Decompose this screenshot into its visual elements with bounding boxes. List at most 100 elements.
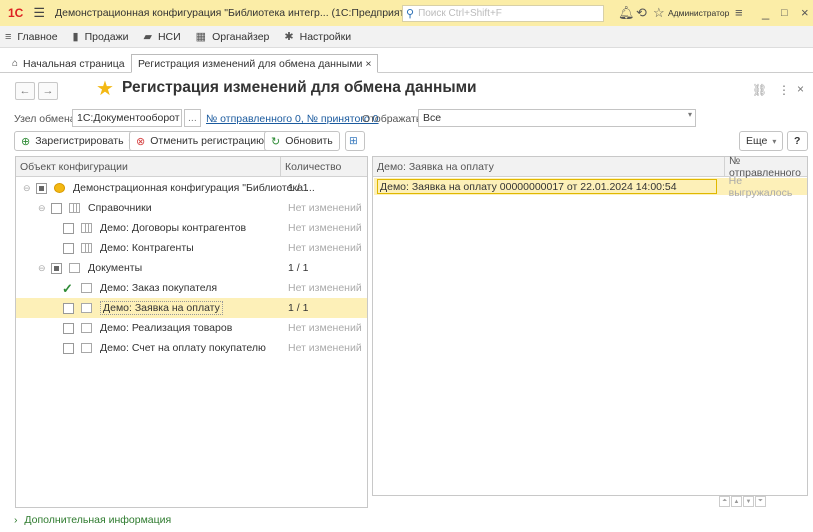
table-row[interactable]: Демо: Заявка на оплату 00000000017 от 22… (374, 175, 807, 199)
tree-row-selected[interactable]: Демо: Заявка на оплату 1 / 1 (16, 298, 367, 318)
home-icon: ⌂ (12, 58, 19, 69)
exchange-node-value: 1С:Документооборот (77, 112, 180, 124)
refresh-button[interactable]: ↻ Обновить (264, 131, 340, 151)
menu-item-nsi[interactable]: ▰ НСИ (143, 30, 180, 44)
form-close-icon[interactable]: × (797, 82, 804, 96)
register-button[interactable]: ⊕ Зарегистрировать ▾ (14, 131, 140, 151)
exchange-node-field[interactable]: 1С:Документооборот (72, 109, 182, 127)
toggle-label: Дополнительная информация (24, 514, 172, 526)
forward-button[interactable]: → (38, 82, 58, 100)
main-menu-icon[interactable]: ☰ (33, 5, 45, 21)
config-objects-tree[interactable]: Объект конфигурации Количество ⊖ Демонст… (15, 156, 368, 508)
favorite-star-icon[interactable]: ★ (96, 76, 114, 101)
more-options-icon[interactable]: ⋮ (778, 83, 790, 97)
menu-item-sales[interactable]: ▮ Продажи (73, 30, 129, 44)
back-button[interactable]: ← (15, 82, 35, 100)
button-label: Обновить (285, 135, 333, 147)
display-filter-value: Все (423, 112, 442, 124)
cancel-registration-button[interactable]: ⊗ Отменить регистрацию ▾ (129, 131, 280, 151)
catalog-icon (81, 243, 92, 253)
checkbox[interactable] (36, 182, 47, 194)
tab-home-page[interactable]: ⌂ Начальная страница (6, 54, 131, 73)
checkbox-checked[interactable]: ✓ (62, 282, 74, 295)
tab-exchange-registration[interactable]: Регистрация изменений для обмена данными… (131, 54, 379, 73)
row-label: Демо: Заявка на оплату (100, 301, 223, 315)
registered-objects-table[interactable]: Демо: Заявка на оплату № отправленного Д… (372, 155, 808, 496)
minimize-icon[interactable]: _ (762, 5, 769, 20)
message-numbers-link[interactable]: № отправленного 0, № принятого 0 (206, 113, 379, 125)
scroll-down-icon[interactable]: ▼ (743, 496, 754, 507)
history-icon[interactable]: ⟲ (636, 5, 647, 21)
checkbox[interactable] (63, 322, 74, 334)
additional-info-toggle[interactable]: › Дополнительная информация (14, 514, 171, 526)
scroll-last-icon[interactable]: ⏷ (755, 496, 766, 507)
calendar-icon: ▦ (195, 31, 207, 43)
exchange-node-select-button[interactable]: ... (184, 109, 201, 127)
menu-item-main[interactable]: ≡ Главное (5, 31, 58, 43)
checkbox[interactable] (63, 302, 74, 314)
collapse-icon[interactable]: ⊖ (38, 263, 48, 274)
tree-row[interactable]: ⊖ Демонстрационная конфигурация "Библиот… (16, 178, 367, 198)
close-icon[interactable]: × (801, 5, 809, 20)
global-search-input[interactable]: ⚲ Поиск Ctrl+Shift+F (402, 5, 604, 22)
configuration-icon (54, 183, 65, 193)
row-label: Демо: Реализация товаров (100, 322, 233, 334)
row-label: Демо: Заказ покупателя (100, 282, 218, 294)
row-label: Демо: Контрагенты (100, 242, 194, 254)
page-title: Регистрация изменений для обмена данными (122, 79, 477, 96)
select-dots: ... (188, 112, 197, 124)
row-count: Нет изменений (288, 202, 362, 214)
collapse-icon[interactable]: ⊖ (38, 203, 48, 214)
document-icon (81, 343, 92, 353)
tree-row[interactable]: Демо: Договоры контрагентов Нет изменени… (16, 218, 367, 238)
add-circle-icon: ⊕ (21, 135, 31, 148)
tree-row[interactable]: ✓ Демо: Заказ покупателя Нет изменений (16, 278, 367, 298)
row-label: Документы (88, 262, 143, 274)
tree-row[interactable]: Демо: Счет на оплату покупателю Нет изме… (16, 338, 367, 358)
gear-icon: ✱ (284, 31, 294, 43)
chevron-down-icon: ▾ (772, 136, 777, 146)
row-count: Нет изменений (288, 242, 362, 254)
title-bar: 1С ☰ Демонстрационная конфигурация "Библ… (0, 0, 813, 26)
row-count: 1 / 1 (288, 262, 309, 274)
current-user[interactable]: Администратор (668, 8, 729, 18)
checkbox[interactable] (51, 262, 62, 274)
export-button[interactable]: ⊞ (345, 131, 365, 151)
row-count: Нет изменений (288, 342, 362, 354)
document-icon (69, 263, 80, 273)
header-label: Количество (285, 160, 342, 173)
more-button[interactable]: Еще ▾ (739, 131, 784, 151)
menu-item-label: Органайзер (212, 30, 270, 43)
checkbox[interactable] (63, 242, 74, 254)
settings-menu-icon[interactable]: ≡ (735, 5, 743, 20)
column-header-object[interactable]: Объект конфигурации (16, 157, 281, 177)
help-button[interactable]: ? (787, 131, 808, 151)
scroll-first-icon[interactable]: ⏶ (719, 496, 730, 507)
display-filter-select[interactable]: Все ▾ (418, 109, 696, 127)
tree-row[interactable]: ⊖ Справочники Нет изменений (16, 198, 367, 218)
maximize-icon[interactable]: □ (781, 7, 788, 19)
tree-row[interactable]: ⊖ Документы 1 / 1 (16, 258, 367, 278)
collapse-icon[interactable]: ⊖ (23, 183, 33, 194)
display-label: Отображать: (362, 113, 425, 125)
bell-icon[interactable]: 🔔︎ (618, 5, 635, 21)
menu-item-settings[interactable]: ✱ Настройки (284, 30, 351, 44)
app-logo: 1С (8, 6, 24, 20)
menu-item-label: Главное (17, 30, 58, 43)
scroll-up-icon[interactable]: ▲ (731, 496, 742, 507)
catalog-icon (69, 203, 80, 213)
menu-item-label: Продажи (84, 30, 129, 43)
checkbox[interactable] (51, 202, 62, 214)
document-icon (81, 323, 92, 333)
checkbox[interactable] (63, 342, 74, 354)
column-header-count[interactable]: Количество (281, 157, 367, 177)
checkbox[interactable] (63, 222, 74, 234)
tree-row[interactable]: Демо: Реализация товаров Нет изменений (16, 318, 367, 338)
column-header-object[interactable]: Демо: Заявка на оплату (373, 157, 725, 177)
row-object: Демо: Заявка на оплату 00000000017 от 22… (377, 179, 717, 194)
chevron-down-icon: ▾ (687, 110, 692, 119)
tree-row[interactable]: Демо: Контрагенты Нет изменений (16, 238, 367, 258)
menu-item-organizer[interactable]: ▦ Органайзер (195, 30, 270, 44)
link-icon[interactable]: ⛓ (752, 83, 767, 97)
star-icon[interactable]: ☆ (653, 5, 665, 21)
